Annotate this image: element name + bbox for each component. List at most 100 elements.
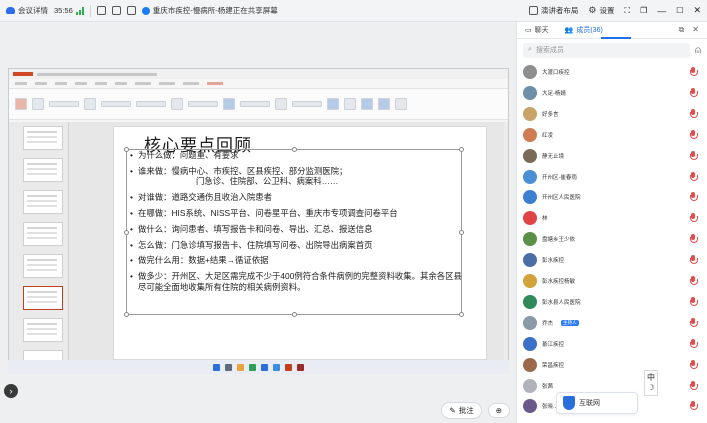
invite-user-icon[interactable]: ⍝ (695, 45, 701, 56)
ribbon-button[interactable] (171, 98, 183, 110)
speaker-layout-button[interactable]: 演讲者布局 (528, 5, 578, 16)
ime-indicator[interactable]: 中 ☽ (644, 370, 658, 396)
powerpoint-icon[interactable] (285, 363, 292, 371)
tab-members[interactable]: 👥 成员(36) (557, 22, 611, 39)
slide-bullet-list[interactable]: 为什么做：问题重、有要求 谁来做：慢病中心、市疾控、区县疾控、部分监测医院；门急… (130, 150, 468, 297)
ppt-menu-item-active[interactable] (207, 82, 223, 85)
expand-arrow-icon[interactable]: › (4, 384, 18, 398)
ribbon-button[interactable] (344, 98, 356, 110)
minimize-icon[interactable]: — (657, 6, 666, 16)
ppt-menu-item[interactable] (159, 82, 175, 85)
share-window-icon[interactable] (96, 6, 106, 15)
start-icon[interactable] (213, 363, 220, 371)
maximize-icon[interactable]: ☐ (676, 6, 683, 15)
ribbon-button[interactable] (101, 101, 131, 107)
zoom-button[interactable]: ⊕ (487, 403, 510, 418)
ribbon-button[interactable] (188, 101, 218, 107)
ribbon-button[interactable] (49, 101, 79, 107)
mic-muted-icon[interactable] (690, 359, 698, 369)
member-row[interactable]: 好多言 (517, 104, 707, 124)
resize-handle[interactable] (459, 312, 464, 317)
layout-icon[interactable] (111, 6, 121, 15)
mic-muted-icon[interactable] (690, 401, 698, 411)
member-row[interactable]: 彭水疾控杨敏 (517, 271, 707, 291)
member-row[interactable]: 开州区-崔春雨 (517, 167, 707, 187)
slide-thumbnail[interactable] (23, 222, 63, 246)
slide-thumbnail[interactable] (23, 158, 63, 182)
member-row[interactable]: 大足-杨婧 (517, 83, 707, 103)
browser-icon[interactable] (261, 363, 268, 371)
close-panel-icon[interactable]: ✕ (692, 25, 699, 35)
chat-bubble-icon[interactable] (126, 6, 136, 15)
taskbar-app-icon[interactable] (225, 363, 232, 371)
ribbon-button[interactable] (15, 98, 27, 110)
slide-thumbnail[interactable] (23, 254, 63, 278)
ribbon-button[interactable] (395, 98, 407, 110)
taskbar-app-icon[interactable] (273, 363, 280, 371)
mic-muted-icon[interactable] (690, 276, 698, 285)
ppt-menu-item[interactable] (183, 82, 199, 85)
member-row[interactable]: 静无止境 (517, 146, 707, 166)
ppt-menu-item[interactable] (95, 82, 107, 85)
member-row[interactable]: 盘塘乡王少依 (517, 229, 707, 249)
resize-handle[interactable] (124, 312, 129, 317)
ribbon-button[interactable] (32, 98, 44, 110)
ppt-menu-item[interactable] (35, 82, 47, 85)
resize-handle[interactable] (124, 230, 129, 235)
member-row[interactable]: 大渡口疾控 (517, 62, 707, 82)
mic-muted-icon[interactable] (690, 296, 698, 306)
ribbon-button[interactable] (223, 98, 235, 110)
ribbon-button[interactable] (361, 98, 373, 110)
member-row[interactable]: 彭水疾控 (517, 250, 707, 270)
popout-icon[interactable]: ⧉ (679, 25, 685, 35)
member-row[interactable]: 林 (517, 208, 707, 228)
mic-muted-icon[interactable] (690, 380, 698, 390)
resize-handle[interactable] (292, 312, 297, 317)
annotate-button[interactable]: ✎ 批注 (441, 402, 482, 419)
ribbon-button[interactable] (275, 98, 287, 110)
member-row[interactable]: 彭水县人民医院 (517, 292, 707, 312)
ribbon-button[interactable] (84, 98, 96, 110)
mic-muted-icon[interactable] (690, 317, 698, 327)
member-row[interactable]: 乔杰 主持人 (517, 313, 707, 333)
ppt-menu-item[interactable] (15, 82, 27, 85)
ppt-menu-item[interactable] (135, 82, 151, 85)
mic-muted-icon[interactable] (690, 255, 698, 265)
restore-window-icon[interactable]: ❐ (640, 6, 647, 15)
folder-icon[interactable] (237, 363, 244, 371)
mic-muted-icon[interactable] (690, 108, 698, 118)
mic-muted-icon[interactable] (690, 129, 698, 139)
mic-muted-icon[interactable] (690, 87, 698, 97)
ribbon-button[interactable] (378, 98, 390, 110)
slide-thumbnail[interactable] (23, 126, 63, 150)
member-row[interactable]: 荣昌疾控 (517, 355, 707, 375)
slide-thumbnail-selected[interactable] (23, 286, 63, 310)
member-search-input[interactable]: ⌕ 搜索成员 (523, 42, 690, 58)
mic-muted-icon[interactable] (690, 234, 698, 244)
fullscreen-icon[interactable]: ⛶ (625, 6, 631, 16)
close-icon[interactable]: ✕ (693, 5, 701, 16)
tab-chat[interactable]: ▭ 聊天 (517, 22, 557, 39)
mic-muted-icon[interactable] (690, 213, 698, 223)
ribbon-button[interactable] (292, 101, 322, 107)
member-row[interactable]: 红凌 (517, 125, 707, 145)
mic-muted-icon[interactable] (690, 150, 698, 160)
mic-muted-icon[interactable] (690, 192, 698, 202)
ppt-menu-item[interactable] (55, 82, 67, 85)
ribbon-button[interactable] (136, 101, 166, 107)
ppt-menu-item[interactable] (115, 82, 127, 85)
security-float[interactable]: 互联网 (556, 392, 638, 414)
mic-muted-icon[interactable] (690, 171, 698, 181)
member-row[interactable]: 开州区人民医院 (517, 187, 707, 207)
mic-muted-icon[interactable] (690, 338, 698, 348)
ppt-menu-item[interactable] (75, 82, 87, 85)
resize-handle[interactable] (124, 147, 129, 152)
ppt-scrollbar[interactable] (504, 122, 508, 364)
ribbon-button[interactable] (327, 98, 339, 110)
taskbar-app-icon[interactable] (249, 363, 256, 371)
taskbar-app-icon[interactable] (297, 363, 304, 371)
slide-thumbnail[interactable] (23, 190, 63, 214)
slide-thumbnail[interactable] (23, 318, 63, 342)
member-row[interactable]: 綦江疾控 (517, 334, 707, 354)
meeting-details-button[interactable]: 会议详情 (6, 5, 48, 16)
